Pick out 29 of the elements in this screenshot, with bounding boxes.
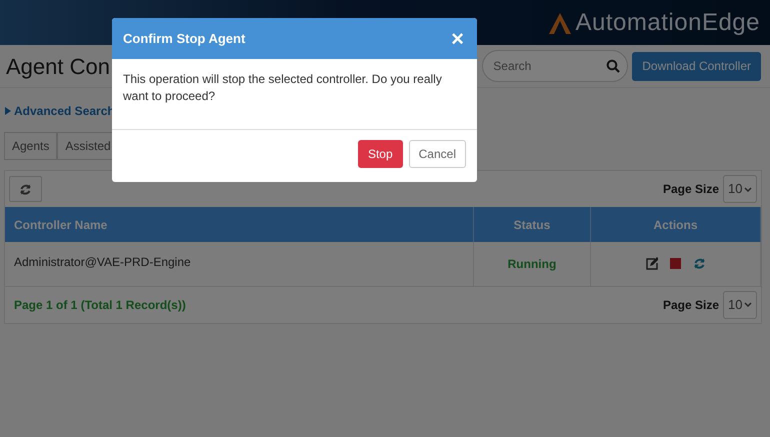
refresh-button[interactable] bbox=[9, 176, 42, 202]
tab[interactable]: Agents bbox=[4, 132, 58, 160]
dialog-title: Confirm Stop Agent bbox=[123, 30, 246, 48]
column-header: Controller Name bbox=[5, 207, 474, 242]
page-size-select[interactable]: 10 bbox=[723, 175, 757, 203]
chevron-icon bbox=[744, 186, 752, 192]
pagination-info: Page 1 of 1 (Total 1 Record(s)) bbox=[14, 296, 186, 314]
chevron-icon bbox=[744, 302, 752, 307]
refresh-icon[interactable] bbox=[693, 257, 706, 270]
dialog-message: This operation will stop the selected controller. Do you really want to proceed? bbox=[123, 72, 442, 104]
download-button[interactable]: Download Controller bbox=[632, 52, 761, 80]
logo-icon bbox=[546, 10, 573, 34]
cancel-button[interactable]: Cancel bbox=[408, 140, 466, 168]
column-header: Status bbox=[473, 207, 590, 242]
status-cell: Running bbox=[473, 242, 590, 286]
search-icon bbox=[606, 59, 620, 73]
edit-icon[interactable] bbox=[645, 257, 658, 270]
close-button[interactable]: × bbox=[449, 28, 466, 50]
stop-button[interactable]: Stop bbox=[358, 140, 403, 168]
page-title: Agent Con bbox=[6, 52, 110, 81]
refresh-icon bbox=[19, 182, 32, 196]
logo-text: AutomationEdge bbox=[576, 10, 760, 34]
search-field[interactable]: Search bbox=[482, 50, 628, 82]
column-header: Actions bbox=[590, 207, 760, 242]
page-size-label: Page Size bbox=[662, 181, 719, 198]
page-size-select[interactable]: 10 bbox=[723, 290, 757, 318]
stop-icon[interactable] bbox=[670, 258, 681, 270]
table-cell: Administrator@VAE-PRD-Engine bbox=[5, 242, 474, 286]
page-size-label: Page Size bbox=[662, 296, 719, 314]
